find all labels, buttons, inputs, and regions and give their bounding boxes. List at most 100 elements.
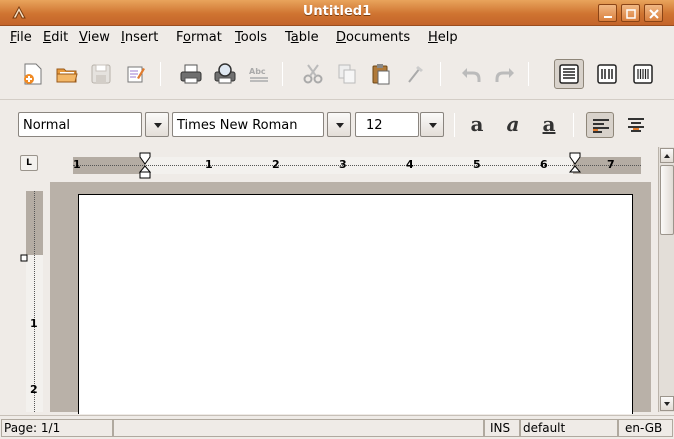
align-left-button[interactable] — [586, 112, 614, 138]
save-button[interactable] — [86, 59, 116, 89]
undo-button[interactable] — [456, 59, 486, 89]
font-value: Times New Roman — [177, 118, 298, 133]
toolbar-separator — [282, 62, 283, 86]
horizontal-ruler[interactable]: 1 1 2 3 4 5 6 7 — [73, 152, 641, 179]
spellcheck-icon: Abc — [249, 67, 268, 82]
toolbar-separator — [160, 62, 161, 86]
document-page[interactable] — [78, 194, 633, 414]
format-toolbar: Normal Times New Roman 12 a a a — [0, 103, 674, 143]
menu-label: iew — [87, 30, 110, 45]
print-button[interactable] — [176, 59, 206, 89]
style-combo[interactable]: Normal — [18, 112, 142, 137]
ruler-ticks — [73, 165, 641, 166]
font-dropdown-button[interactable] — [327, 112, 351, 137]
abiword-window: Untitled1 File Edit View Insert Format T… — [0, 0, 674, 439]
open-button[interactable] — [52, 59, 82, 89]
close-button[interactable] — [644, 4, 663, 22]
minimize-icon — [604, 16, 612, 18]
status-bar: Page: 1/1 INS default en-GB — [0, 415, 674, 439]
ruler-number: 2 — [272, 158, 280, 171]
right-indent-marker[interactable] — [568, 152, 582, 180]
undo-icon — [462, 68, 481, 82]
font-size-value: 12 — [366, 118, 383, 133]
font-size-dropdown-button[interactable] — [420, 112, 444, 137]
title-bar[interactable]: Untitled1 — [0, 0, 674, 26]
format-painter-button[interactable] — [400, 59, 430, 89]
redo-button[interactable] — [490, 59, 520, 89]
style-dropdown-button[interactable] — [145, 112, 169, 137]
toolbar-separator — [440, 62, 441, 86]
menu-table[interactable]: Table — [285, 30, 319, 45]
scroll-thumb[interactable] — [660, 165, 674, 235]
document-area: L 1 1 2 3 4 5 6 7 1 2 — [10, 147, 674, 414]
align-center-icon — [628, 118, 644, 132]
ruler-number: 1 — [205, 158, 213, 171]
page-canvas — [50, 182, 651, 414]
menu-mnemonic: E — [43, 30, 52, 45]
underline-button[interactable]: a — [535, 112, 563, 138]
menu-label: ools — [240, 30, 268, 45]
ruler-number: 3 — [339, 158, 347, 171]
menu-tools[interactable]: Tools — [235, 30, 267, 45]
toolbar-separator — [454, 113, 455, 137]
menu-format[interactable]: Format — [176, 30, 222, 45]
cut-icon — [303, 64, 323, 84]
vertical-scrollbar[interactable] — [658, 147, 674, 412]
menu-help[interactable]: Help — [428, 30, 458, 45]
minimize-button[interactable] — [598, 4, 617, 22]
italic-button[interactable]: a — [499, 112, 527, 138]
ruler-number: 4 — [406, 158, 414, 171]
edit-document-button[interactable] — [120, 59, 150, 89]
vertical-ruler[interactable]: 1 2 — [20, 191, 43, 412]
menu-documents[interactable]: Documents — [336, 30, 410, 45]
format-painter-icon — [408, 66, 423, 83]
bold-button[interactable]: a — [463, 112, 491, 138]
maximize-button[interactable] — [621, 4, 640, 22]
menu-label: ocuments — [346, 30, 411, 45]
tab-type-button[interactable]: L — [20, 155, 38, 171]
window-title: Untitled1 — [302, 4, 372, 19]
arrow-down-icon — [664, 402, 670, 406]
menu-label: rmat — [190, 30, 222, 45]
print-layout-icon — [633, 64, 653, 84]
align-left-icon — [593, 119, 609, 133]
menu-file[interactable]: File — [10, 30, 32, 45]
web-layout-button[interactable] — [592, 59, 622, 89]
paste-button[interactable] — [366, 59, 396, 89]
new-document-icon — [24, 63, 42, 85]
menu-mnemonic: D — [336, 30, 347, 45]
ruler-ticks — [34, 191, 35, 412]
print-layout-button[interactable] — [628, 59, 658, 89]
spellcheck-button[interactable]: Abc — [244, 59, 274, 89]
ruler-number: 1 — [30, 317, 38, 330]
font-size-combo[interactable]: 12 — [355, 112, 419, 137]
svg-text:Abc: Abc — [249, 67, 266, 76]
print-preview-button[interactable] — [210, 59, 240, 89]
menu-label: ile — [16, 30, 32, 45]
toolbar-separator — [573, 113, 574, 137]
menu-edit[interactable]: Edit — [43, 30, 68, 45]
menu-mnemonic: V — [79, 30, 88, 45]
menu-label: nsert — [124, 30, 159, 45]
normal-layout-button[interactable] — [554, 59, 584, 89]
maximize-icon — [626, 9, 636, 19]
normal-layout-icon — [559, 64, 579, 84]
top-margin-marker[interactable] — [20, 254, 28, 262]
save-icon — [91, 64, 111, 84]
open-folder-icon — [56, 68, 78, 83]
font-combo[interactable]: Times New Roman — [172, 112, 324, 137]
scroll-up-button[interactable] — [660, 148, 674, 163]
menu-label: F — [176, 30, 184, 45]
menu-bar: File Edit View Insert Format Tools Table… — [0, 26, 674, 48]
new-button[interactable] — [18, 59, 48, 89]
scroll-down-button[interactable] — [660, 396, 674, 411]
menu-insert[interactable]: Insert — [121, 30, 158, 45]
menu-view[interactable]: View — [79, 30, 110, 45]
toolbar-separator — [528, 62, 529, 86]
edit-document-icon — [127, 66, 145, 83]
align-center-button[interactable] — [622, 112, 650, 138]
copy-button[interactable] — [332, 59, 362, 89]
cut-button[interactable] — [298, 59, 328, 89]
status-insert-mode[interactable]: INS — [484, 419, 520, 437]
left-indent-marker[interactable] — [138, 152, 152, 180]
